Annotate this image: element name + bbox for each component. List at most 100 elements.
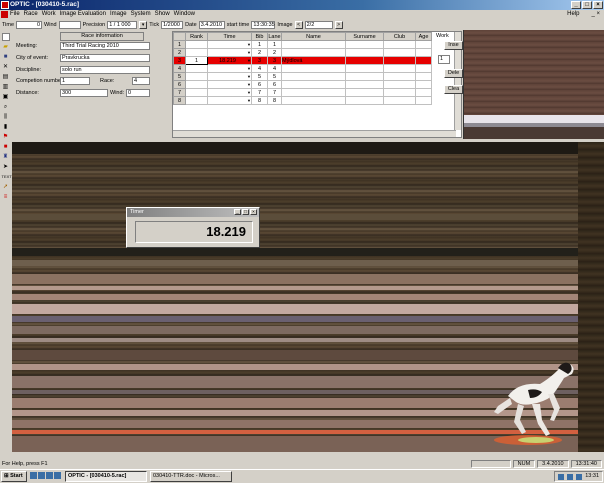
menu-image-evaluation[interactable]: Image Evaluation bbox=[60, 10, 106, 19]
mdi-controls[interactable]: _ × bbox=[591, 10, 600, 19]
pointer-icon[interactable]: ➤ bbox=[2, 163, 10, 171]
lane-cell[interactable]: 2 bbox=[267, 48, 282, 57]
surname-cell[interactable] bbox=[345, 72, 384, 81]
export-icon[interactable]: ▥ bbox=[2, 83, 10, 91]
clear-button[interactable]: Clea bbox=[444, 85, 463, 94]
club-cell[interactable] bbox=[383, 48, 416, 57]
bar-icon[interactable]: ▮ bbox=[2, 123, 10, 131]
column-header-lane[interactable]: Lane bbox=[267, 32, 282, 41]
club-cell[interactable] bbox=[383, 80, 416, 89]
time-cell[interactable]: ▼ bbox=[207, 80, 252, 89]
time-cell[interactable]: ▼ bbox=[207, 96, 252, 105]
volume-icon[interactable] bbox=[567, 474, 574, 480]
menu-race[interactable]: Race bbox=[24, 10, 38, 19]
insert-button[interactable]: Inse bbox=[444, 41, 463, 50]
arrow-icon[interactable]: ➚ bbox=[2, 183, 10, 191]
chevron-down-icon[interactable]: ▾ bbox=[139, 20, 148, 29]
menu-show[interactable]: Show bbox=[155, 10, 170, 19]
window-icon[interactable]: ▣ bbox=[2, 93, 10, 101]
lane-cell[interactable]: 6 bbox=[267, 80, 282, 89]
wind-field[interactable]: 0 bbox=[126, 89, 150, 97]
text-icon[interactable]: TEXT bbox=[2, 173, 12, 181]
column-header-name[interactable]: Name bbox=[281, 32, 346, 41]
bib-cell[interactable]: 6 bbox=[251, 80, 268, 89]
bib-cell[interactable]: 7 bbox=[251, 88, 268, 97]
bib-cell[interactable]: 8 bbox=[251, 96, 268, 105]
runner-icon[interactable]: ♜ bbox=[2, 153, 10, 161]
menu-help[interactable]: Help bbox=[567, 10, 579, 19]
bib-cell[interactable]: 1 bbox=[251, 40, 268, 49]
table-row[interactable]: 2 ▼ 2 2 bbox=[173, 48, 432, 57]
next-image-icon[interactable]: > bbox=[334, 20, 343, 29]
club-cell[interactable] bbox=[383, 88, 416, 97]
close-button[interactable]: × bbox=[593, 1, 603, 9]
maximize-button[interactable]: □ bbox=[582, 1, 592, 9]
name-cell[interactable] bbox=[281, 48, 346, 57]
chevron-down-icon[interactable]: ▼ bbox=[247, 82, 251, 88]
precision-select[interactable]: 1 / 1 000 bbox=[107, 20, 138, 29]
meeting-field[interactable]: Third Trial Racing 2010 bbox=[60, 42, 150, 50]
tick-field[interactable]: 1/2000 bbox=[161, 20, 184, 29]
menu-system[interactable]: System bbox=[131, 10, 151, 19]
document-icon[interactable] bbox=[1, 11, 8, 18]
desktop-icon[interactable] bbox=[38, 472, 45, 479]
competition-field[interactable]: 1 bbox=[60, 77, 90, 85]
time-cell[interactable]: ▼ bbox=[207, 88, 252, 97]
chevron-down-icon[interactable]: ▼ bbox=[247, 66, 251, 72]
rank-cell[interactable] bbox=[185, 48, 208, 57]
surname-cell[interactable] bbox=[345, 64, 384, 73]
city-field[interactable]: Pravkrucka bbox=[60, 54, 150, 62]
chevron-down-icon[interactable]: ▼ bbox=[247, 58, 251, 64]
lane-cell[interactable]: 4 bbox=[267, 64, 282, 73]
lane-cell[interactable]: 5 bbox=[267, 72, 282, 81]
time-cell[interactable]: ▼ bbox=[207, 40, 252, 49]
table-row-selected[interactable]: 3 1 ▼ 18.219 3 3 Mýdlová bbox=[173, 56, 432, 65]
media-icon[interactable] bbox=[54, 472, 61, 479]
column-header-surname[interactable]: Surname bbox=[345, 32, 384, 41]
bib-cell[interactable]: 3 bbox=[251, 56, 268, 65]
new-file-icon[interactable] bbox=[1, 33, 10, 41]
bib-cell[interactable]: 5 bbox=[251, 72, 268, 81]
time-field[interactable]: 0 bbox=[16, 20, 43, 29]
name-cell[interactable] bbox=[281, 88, 346, 97]
table-row[interactable]: 7 ▼ 7 7 bbox=[173, 88, 432, 97]
timer-minimize-button[interactable]: _ bbox=[234, 209, 241, 215]
task-optic[interactable]: OPTIC - [030410-5.rac] bbox=[65, 471, 147, 482]
club-cell[interactable] bbox=[383, 40, 416, 49]
rank-cell[interactable] bbox=[185, 72, 208, 81]
start-time-field[interactable]: 13:30:35 bbox=[251, 20, 276, 29]
bib-cell[interactable]: 4 bbox=[251, 64, 268, 73]
rank-cell[interactable] bbox=[185, 64, 208, 73]
previous-image-icon[interactable]: < bbox=[294, 20, 303, 29]
network-icon[interactable] bbox=[558, 474, 565, 480]
wind-field[interactable] bbox=[58, 20, 81, 29]
lane-cell[interactable]: 1 bbox=[267, 40, 282, 49]
surname-cell[interactable] bbox=[345, 96, 384, 105]
chevron-down-icon[interactable]: ▼ bbox=[247, 74, 251, 80]
time-cell[interactable]: ▼ bbox=[207, 48, 252, 57]
rank-cell[interactable] bbox=[185, 88, 208, 97]
save-icon[interactable]: ■ bbox=[2, 53, 10, 61]
rank-cell[interactable]: 1 bbox=[185, 56, 208, 65]
menu-work[interactable]: Work bbox=[42, 10, 56, 19]
zoom-icon[interactable]: ⌕ bbox=[2, 103, 10, 111]
start-button[interactable]: ⊞ Start bbox=[1, 471, 27, 482]
table-row[interactable]: 8 ▼ 8 8 bbox=[173, 96, 432, 105]
date-field[interactable]: 3.4.2010 bbox=[198, 20, 225, 29]
antivirus-icon[interactable] bbox=[576, 474, 583, 480]
time-cell[interactable]: ▼ 18.219 bbox=[207, 56, 252, 65]
table-row[interactable]: 5 ▼ 5 5 bbox=[173, 72, 432, 81]
results-horizontal-scrollbar[interactable] bbox=[173, 130, 456, 137]
chevron-down-icon[interactable]: ▼ bbox=[247, 42, 251, 48]
club-cell[interactable] bbox=[383, 64, 416, 73]
club-cell[interactable] bbox=[383, 56, 416, 65]
print-icon[interactable]: ▤ bbox=[2, 73, 10, 81]
task-word-document[interactable]: 030410-TTR.doc - Micros... bbox=[150, 471, 232, 482]
time-cell[interactable]: ▼ bbox=[207, 72, 252, 81]
surname-cell[interactable] bbox=[345, 80, 384, 89]
surname-cell[interactable] bbox=[345, 56, 384, 65]
open-folder-icon[interactable]: ▰ bbox=[2, 43, 10, 51]
timer-maximize-button[interactable]: □ bbox=[242, 209, 249, 215]
rank-cell[interactable] bbox=[185, 80, 208, 89]
column-header-bib[interactable]: Bib bbox=[251, 32, 268, 41]
